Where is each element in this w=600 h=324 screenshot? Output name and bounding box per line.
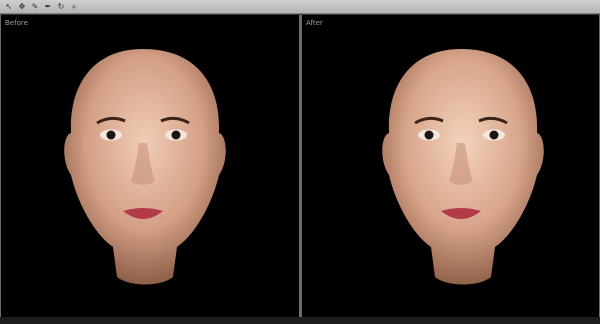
move-tool-icon[interactable]: ✥: [17, 2, 27, 12]
zoom-tool-icon[interactable]: ⌕: [69, 2, 79, 12]
viewport-area: Before After: [0, 15, 600, 317]
after-viewport[interactable]: After: [302, 15, 599, 317]
before-viewport[interactable]: Before: [1, 15, 299, 317]
before-face-render: [64, 49, 226, 285]
rotate-tool-icon[interactable]: ↻: [56, 2, 66, 12]
pen-tool-icon[interactable]: ✒: [43, 2, 53, 12]
select-tool-icon[interactable]: ↖: [4, 2, 14, 12]
brush-tool-icon[interactable]: ✎: [30, 2, 40, 12]
toolbar: ↖ ✥ ✎ ✒ ↻ ⌕: [0, 0, 600, 14]
status-bar: [0, 317, 600, 324]
after-face-render: [382, 49, 544, 285]
